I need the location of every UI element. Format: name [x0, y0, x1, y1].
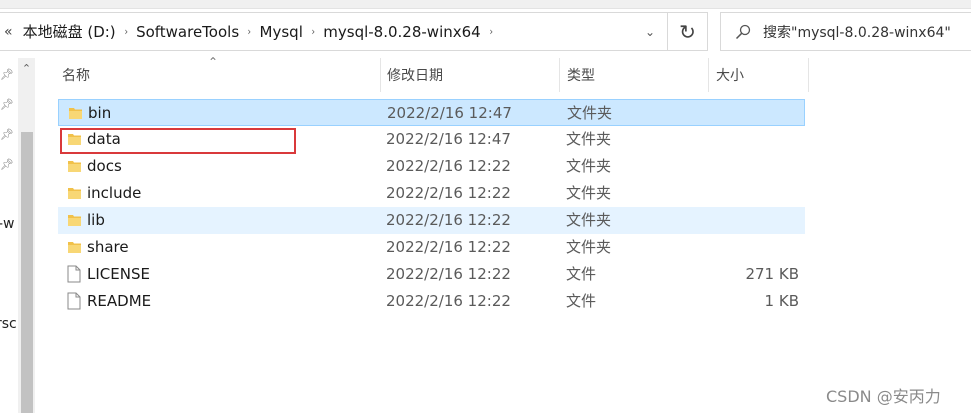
- breadcrumb-item-mysql[interactable]: Mysql: [256, 23, 307, 41]
- breadcrumb-separator-icon[interactable]: ›: [244, 25, 254, 38]
- file-type: 文件: [566, 265, 597, 283]
- file-size: [698, 126, 799, 151]
- file-type: 文件夹: [566, 184, 612, 202]
- file-modified-date: 2022/2/16 12:47: [386, 129, 511, 148]
- file-modified-date: 2022/2/16 12:22: [386, 183, 511, 202]
- file-size: 271 KB: [745, 264, 799, 283]
- window-top-edge: [0, 0, 971, 9]
- column-divider[interactable]: [559, 58, 560, 92]
- folder-icon: [65, 180, 83, 205]
- file-modified-date: 2022/2/16 12:22: [386, 237, 511, 256]
- breadcrumb-separator-icon[interactable]: ›: [486, 25, 496, 38]
- annotation-highlight-box: [60, 128, 296, 154]
- file-row[interactable]: bin 2022/2/16 12:47 文件夹: [58, 99, 805, 126]
- file-name[interactable]: docs: [87, 153, 122, 178]
- file-name[interactable]: README: [87, 288, 151, 313]
- file-modified-date: 2022/2/16 12:47: [387, 103, 512, 122]
- file-modified-date: 2022/2/16 12:22: [386, 264, 511, 283]
- file-type: 文件: [566, 292, 597, 310]
- pin-icon: 📌︎: [0, 158, 14, 171]
- pin-icon: 📌︎: [0, 128, 14, 141]
- navigation-pane-scrollbar[interactable]: ⌃: [18, 58, 35, 413]
- file-type: 文件夹: [566, 130, 612, 148]
- file-size: [699, 100, 800, 125]
- column-header-date[interactable]: 修改日期: [387, 58, 559, 92]
- file-size: 1 KB: [764, 291, 799, 310]
- file-type: 文件夹: [566, 157, 612, 175]
- file-name[interactable]: include: [87, 180, 141, 205]
- pin-icon: 📌︎: [0, 68, 14, 81]
- folder-icon: [65, 207, 83, 232]
- file-icon: [65, 261, 83, 286]
- pin-icon: 📌︎: [0, 98, 14, 111]
- breadcrumb-item-softwaretools[interactable]: SoftwareTools: [132, 23, 243, 41]
- file-name[interactable]: LICENSE: [87, 261, 150, 286]
- file-icon: [65, 288, 83, 313]
- breadcrumb-overflow-button[interactable]: «: [4, 24, 13, 40]
- breadcrumb-item-current-folder[interactable]: mysql-8.0.28-winx64: [319, 23, 484, 41]
- file-modified-date: 2022/2/16 12:22: [386, 156, 511, 175]
- column-header-name[interactable]: 名称: [62, 58, 380, 92]
- watermark: CSDN @安丙力: [826, 387, 941, 406]
- refresh-button[interactable]: ↻: [667, 12, 708, 51]
- scrollbar-thumb[interactable]: [21, 132, 33, 413]
- column-header-size[interactable]: 大小: [716, 58, 808, 92]
- scroll-up-arrow-icon[interactable]: ⌃: [18, 62, 35, 75]
- breadcrumb-separator-icon[interactable]: ›: [308, 25, 318, 38]
- file-row[interactable]: README 2022/2/16 12:22 文件 1 KB: [58, 288, 805, 315]
- file-type: 文件夹: [567, 104, 613, 122]
- column-divider[interactable]: [808, 58, 809, 92]
- navigation-pane[interactable]: 📌︎ 📌︎ 📌︎ 📌︎ -w rsc: [0, 58, 18, 413]
- folder-icon: [65, 234, 83, 259]
- breadcrumb-separator-icon[interactable]: ›: [121, 25, 131, 38]
- file-size: [698, 180, 799, 205]
- file-row[interactable]: docs 2022/2/16 12:22 文件夹: [58, 153, 805, 180]
- file-modified-date: 2022/2/16 12:22: [386, 210, 511, 229]
- address-bar[interactable]: « 本地磁盘 (D:) › SoftwareTools › Mysql › my…: [0, 12, 668, 51]
- column-divider[interactable]: [380, 58, 381, 92]
- file-name[interactable]: bin: [88, 100, 111, 125]
- file-type: 文件夹: [566, 211, 612, 229]
- breadcrumb-item-drive[interactable]: 本地磁盘 (D:): [19, 21, 120, 42]
- file-row[interactable]: include 2022/2/16 12:22 文件夹: [58, 180, 805, 207]
- column-divider[interactable]: [708, 58, 709, 92]
- nav-item-clipped[interactable]: -w: [0, 216, 15, 232]
- file-row[interactable]: lib 2022/2/16 12:22 文件夹: [58, 207, 805, 234]
- file-modified-date: 2022/2/16 12:22: [386, 291, 511, 310]
- file-size: [698, 153, 799, 178]
- file-size: [698, 234, 799, 259]
- column-header-type[interactable]: 类型: [567, 58, 708, 92]
- file-row[interactable]: LICENSE 2022/2/16 12:22 文件 271 KB: [58, 261, 805, 288]
- file-size: [698, 207, 799, 232]
- file-row[interactable]: share 2022/2/16 12:22 文件夹: [58, 234, 805, 261]
- search-box[interactable]: 搜索"mysql-8.0.28-winx64": [720, 12, 971, 51]
- search-icon: [735, 24, 751, 39]
- search-placeholder: 搜索"mysql-8.0.28-winx64": [763, 24, 951, 41]
- file-name[interactable]: lib: [87, 207, 105, 232]
- file-name[interactable]: share: [87, 234, 129, 259]
- nav-item-clipped[interactable]: rsc: [0, 316, 17, 332]
- file-type: 文件夹: [566, 238, 612, 256]
- folder-icon: [65, 153, 83, 178]
- breadcrumb: « 本地磁盘 (D:) › SoftwareTools › Mysql › my…: [0, 13, 497, 50]
- folder-icon: [66, 100, 84, 125]
- address-history-dropdown-icon[interactable]: ⌄: [645, 13, 655, 50]
